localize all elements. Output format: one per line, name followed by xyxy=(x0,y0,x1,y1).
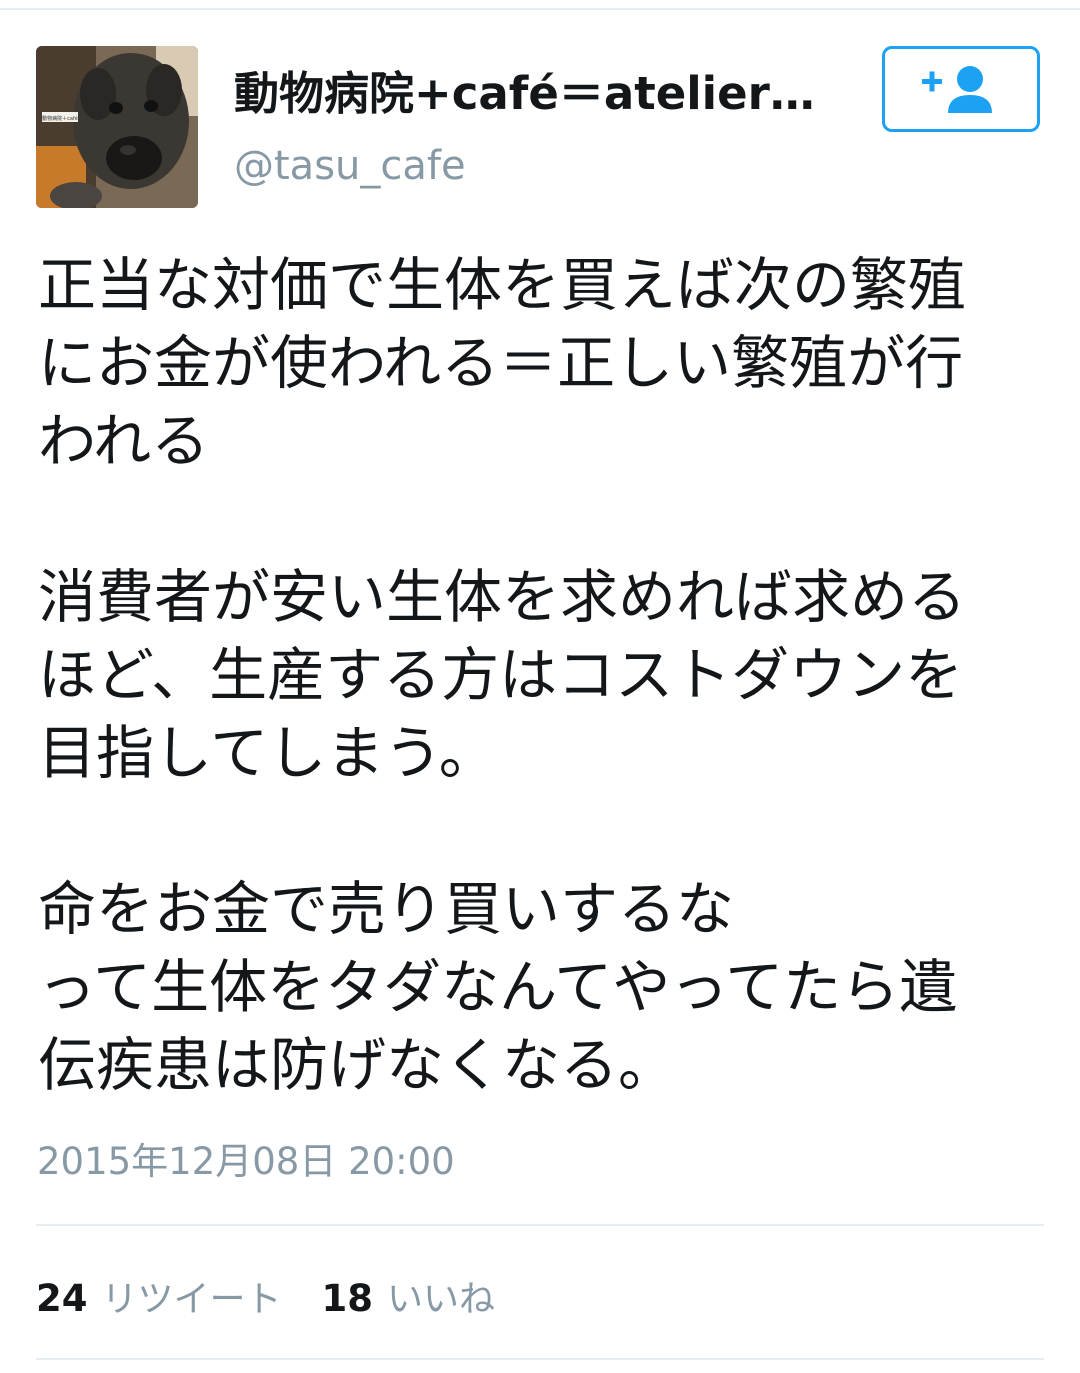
add-user-icon xyxy=(922,66,992,113)
tweet-header: 動物病院＋café 動物病院+café＝atelier… @tasu_cafe xyxy=(36,46,1044,208)
dog-avatar-image: 動物病院＋café xyxy=(36,46,198,208)
follow-button[interactable] xyxy=(882,46,1040,132)
avatar[interactable]: 動物病院＋café xyxy=(36,46,198,208)
tweet-timestamp[interactable]: 2015年12月08日 20:00 xyxy=(37,1138,455,1186)
stats-bottom-divider xyxy=(36,1358,1044,1360)
tweet-text: 正当な対価で生体を買えば次の繁殖 にお金が使われる＝正しい繁殖が行 われる 消費… xyxy=(38,251,967,1099)
tweet-stats: 24 リツイート 18 いいね xyxy=(36,1270,535,1322)
like-stat[interactable]: 18 いいね xyxy=(322,1270,496,1322)
stats-top-divider xyxy=(36,1224,1044,1226)
like-label: いいね xyxy=(387,1279,496,1320)
display-name[interactable]: 動物病院+café＝atelier… xyxy=(234,64,834,124)
retweet-count: 24 xyxy=(36,1277,88,1320)
user-handle[interactable]: @tasu_cafe xyxy=(234,136,834,196)
retweet-stat[interactable]: 24 リツイート xyxy=(36,1270,282,1322)
retweet-label: リツイート xyxy=(101,1279,282,1320)
top-divider xyxy=(0,8,1080,10)
avatar-logo-text: 動物病院＋café xyxy=(42,115,78,122)
user-info: 動物病院+café＝atelier… @tasu_cafe xyxy=(234,64,834,196)
like-count: 18 xyxy=(321,1277,374,1320)
